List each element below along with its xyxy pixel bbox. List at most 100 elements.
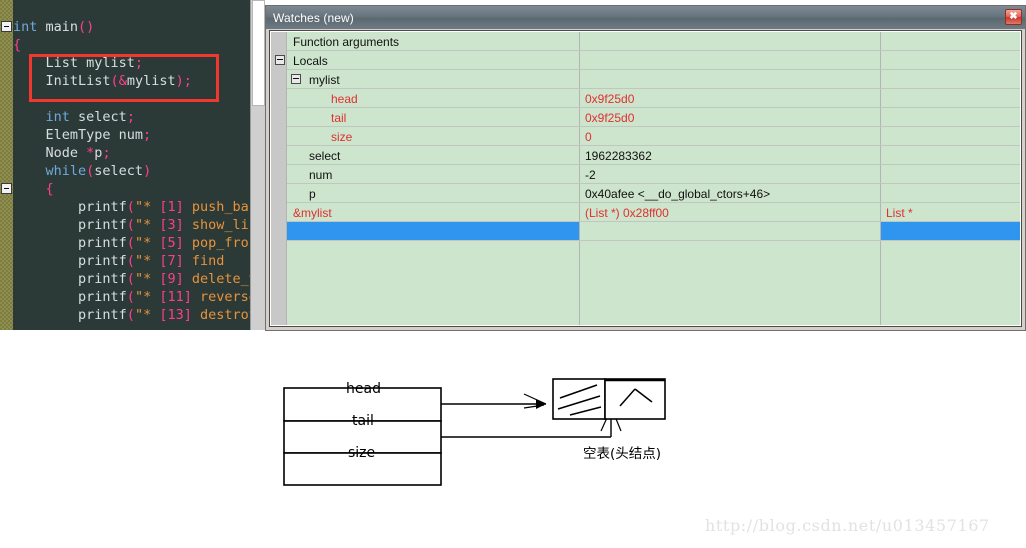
table-row[interactable]: tail 0x9f25d0	[271, 108, 1020, 127]
table-row[interactable]: head 0x9f25d0	[271, 89, 1020, 108]
code-token: "*	[134, 199, 160, 215]
code-token: {	[13, 37, 22, 53]
code-text[interactable]: int main(){ List mylist; InitList(&mylis…	[13, 0, 265, 324]
diagram-caption: 空表(头结点)	[583, 446, 662, 462]
watch-type-cell[interactable]	[881, 127, 886, 146]
code-token: [1]	[159, 199, 184, 215]
watch-value-cell[interactable]: 0x40afee <__do_global_ctors+46>	[580, 184, 770, 203]
code-line: printf("* [5] pop_front	[13, 234, 265, 252]
watch-name-cell[interactable]: select	[287, 146, 340, 165]
watch-name-cell[interactable]: mylist	[287, 70, 340, 89]
close-icon[interactable]: ✖	[1005, 9, 1022, 25]
new-watch-row[interactable]: •••	[271, 222, 1020, 241]
watch-name-cell[interactable]: p	[287, 184, 316, 203]
code-token: printf	[13, 199, 127, 215]
watch-value-cell[interactable]: 0x9f25d0	[580, 108, 634, 127]
fold-marker-icon[interactable]	[1, 183, 12, 194]
watch-value-cell[interactable]	[580, 32, 585, 51]
code-token: select	[69, 109, 127, 125]
code-line: int main()	[13, 18, 250, 36]
code-line: printf("* [1] push_back	[13, 198, 265, 216]
editor-vertical-scrollbar[interactable]	[250, 0, 265, 330]
code-token: {	[45, 181, 54, 197]
fold-marker-icon[interactable]	[1, 21, 12, 32]
code-token: [13]	[159, 307, 192, 323]
watches-grid[interactable]: Function arguments Locals mylist head 0x9f25…	[271, 32, 1020, 325]
watch-name-cell[interactable]: &mylist	[287, 203, 332, 222]
watches-window-title: Watches (new)	[273, 10, 354, 25]
watch-value-cell[interactable]: -2	[580, 165, 596, 184]
code-token: int	[13, 19, 38, 35]
code-token: [7]	[159, 253, 184, 269]
watch-value-cell[interactable]: 0	[580, 127, 592, 146]
table-row[interactable]: Locals	[271, 51, 1020, 70]
code-line: printf("* [11] reverse	[13, 288, 257, 306]
code-line: {	[13, 36, 250, 54]
code-token: [11]	[159, 289, 192, 305]
code-token: printf	[13, 253, 127, 269]
code-token: destroy	[191, 307, 257, 323]
watermark-text: http://blog.csdn.net/u013457167	[705, 516, 990, 535]
watch-type-cell[interactable]	[881, 70, 886, 89]
watch-value-cell[interactable]	[580, 51, 585, 70]
watch-name-cell[interactable]: Locals	[287, 51, 328, 70]
struct-field-label-head: head	[346, 381, 381, 397]
struct-field-label-tail: tail	[352, 413, 374, 429]
watch-value-cell[interactable]: (List *) 0x28ff00	[580, 203, 669, 222]
code-line: while(select)	[13, 162, 250, 180]
editor-fold-gutter[interactable]	[0, 0, 13, 330]
new-watch-type-cell[interactable]	[881, 222, 1020, 241]
watches-window[interactable]: Watches (new) ✖ Function arguments Locals…	[265, 5, 1026, 331]
new-watch-value-cell[interactable]: •••	[580, 222, 880, 241]
table-row[interactable]: size 0	[271, 127, 1020, 146]
watches-titlebar[interactable]: Watches (new) ✖	[266, 6, 1025, 29]
watch-type-cell[interactable]	[881, 89, 886, 108]
code-token: ()	[78, 19, 95, 35]
code-token: printf	[13, 271, 127, 287]
head-arrow-tick	[523, 393, 547, 405]
code-token: (	[126, 307, 135, 323]
watch-type-cell[interactable]	[881, 32, 886, 51]
editor-scrollbar-thumb[interactable]	[252, 0, 265, 106]
watch-value-cell[interactable]	[580, 70, 585, 89]
table-row[interactable]: select 1962283362	[271, 146, 1020, 165]
code-token: (	[126, 289, 135, 305]
watch-type-cell[interactable]	[881, 108, 886, 127]
watch-type-cell[interactable]	[881, 146, 886, 165]
watch-value-cell[interactable]: 0x9f25d0	[580, 89, 634, 108]
code-token: ;	[126, 109, 135, 125]
table-row[interactable]: mylist	[271, 70, 1020, 89]
table-row[interactable]: p 0x40afee <__do_global_ctors+46>	[271, 184, 1020, 203]
code-line: printf("* [9] delete_val	[13, 270, 265, 288]
new-watch-name-cell[interactable]	[287, 222, 579, 241]
code-token: (	[126, 217, 135, 233]
code-token: "*	[134, 235, 160, 251]
code-editor[interactable]: int main(){ List mylist; InitList(&mylis…	[0, 0, 265, 330]
code-token: ;	[143, 127, 152, 143]
expand-collapse-icon[interactable]	[275, 55, 285, 65]
code-highlight-box	[29, 54, 219, 102]
code-token: int	[45, 109, 70, 125]
watch-value-cell[interactable]: 1962283362	[580, 146, 652, 165]
code-line: int select;	[13, 108, 250, 126]
watches-content-frame: Function arguments Locals mylist head 0x9f25…	[269, 30, 1022, 327]
table-row[interactable]: Function arguments	[271, 32, 1020, 51]
table-row[interactable]: &mylist (List *) 0x28ff00 List *	[271, 203, 1020, 222]
code-token: "*	[134, 271, 160, 287]
code-token: main	[37, 19, 79, 35]
watch-name-cell[interactable]: num	[287, 165, 332, 184]
watch-type-cell[interactable]	[881, 51, 886, 70]
code-token: find	[183, 253, 225, 269]
watch-type-cell[interactable]	[881, 165, 886, 184]
watch-name-cell[interactable]: size	[287, 127, 352, 146]
watch-name-cell[interactable]: head	[287, 89, 358, 108]
watch-name-cell[interactable]: Function arguments	[287, 32, 399, 51]
watch-type-cell[interactable]	[881, 184, 886, 203]
watch-type-cell[interactable]: List *	[881, 203, 913, 222]
code-token: ElemType num	[13, 127, 144, 143]
table-row[interactable]: num -2	[271, 165, 1020, 184]
watch-name-cell[interactable]: tail	[287, 108, 346, 127]
